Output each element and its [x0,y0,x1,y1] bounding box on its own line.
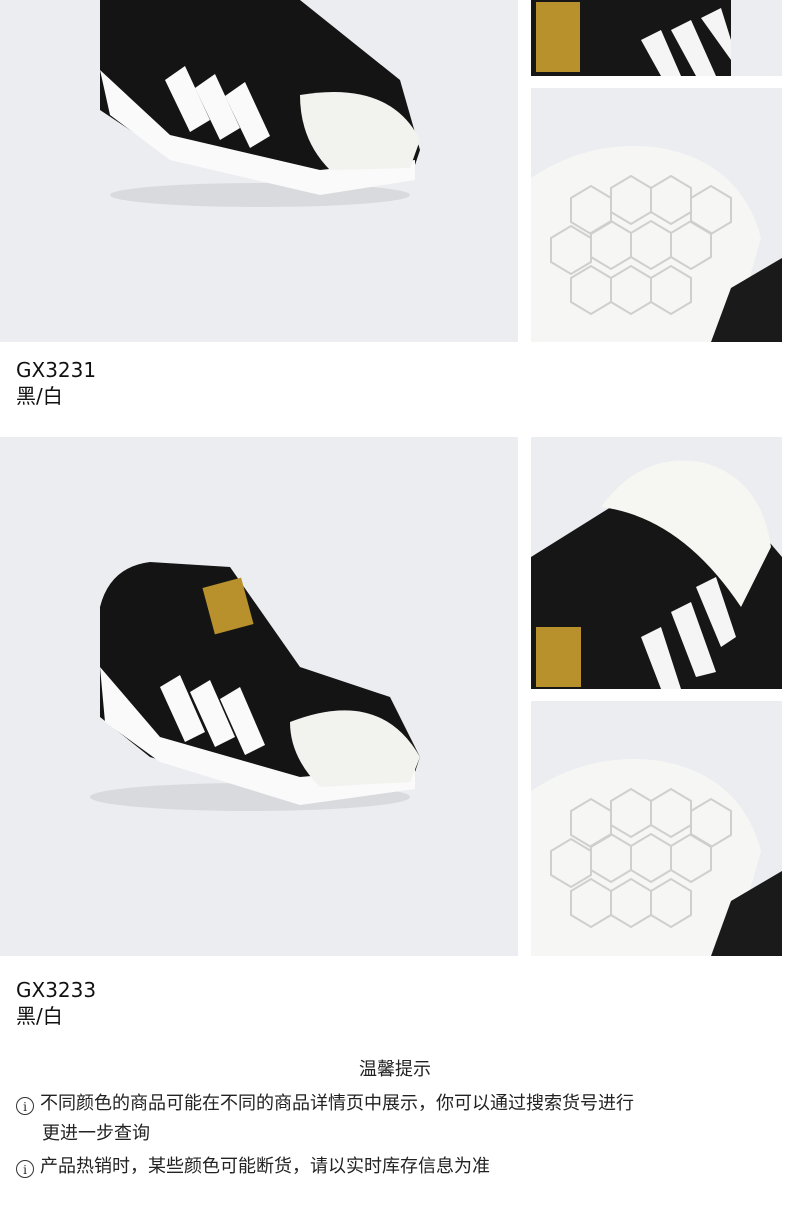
notice-text: 产品热销时，某些颜色可能断货，请以实时库存信息为准 [40,1156,490,1177]
shoe-sole-image [531,759,782,956]
notice-title: 温馨提示 [359,1059,431,1080]
product-1-detail-photo-1[interactable] [531,0,782,76]
product-1-detail-photo-2[interactable] [531,88,782,342]
notice-item: i 产品热销时，某些颜色可能断货，请以实时库存信息为准 [16,1152,756,1182]
notice-text-continued: 更进一步查询 [42,1123,150,1144]
shoe-angle-image [90,562,420,811]
notice-text: 不同颜色的商品可能在不同的商品详情页中展示，你可以通过搜索货号进行 [40,1093,634,1114]
product-1-main-photo[interactable] [0,0,518,342]
shoe-toe-closeup-image [531,460,782,689]
product-color: 黑/白 [16,384,63,408]
shoe-tongue-label-image [531,0,731,76]
product-color: 黑/白 [16,1004,63,1028]
shoe-sole-image [531,146,782,342]
shoe-side-image [100,0,420,207]
product-2-main-photo[interactable] [0,437,518,956]
notice-item: i 不同颜色的商品可能在不同的商品详情页中展示，你可以通过搜索货号进行 更进一步查… [16,1089,756,1149]
product-code: GX3231 [16,358,97,382]
info-circle-icon: i [16,1160,34,1178]
product-code: GX3233 [16,978,97,1002]
info-circle-icon: i [16,1097,34,1115]
product-2-detail-photo-1[interactable] [531,437,782,689]
product-2-detail-photo-2[interactable] [531,701,782,956]
